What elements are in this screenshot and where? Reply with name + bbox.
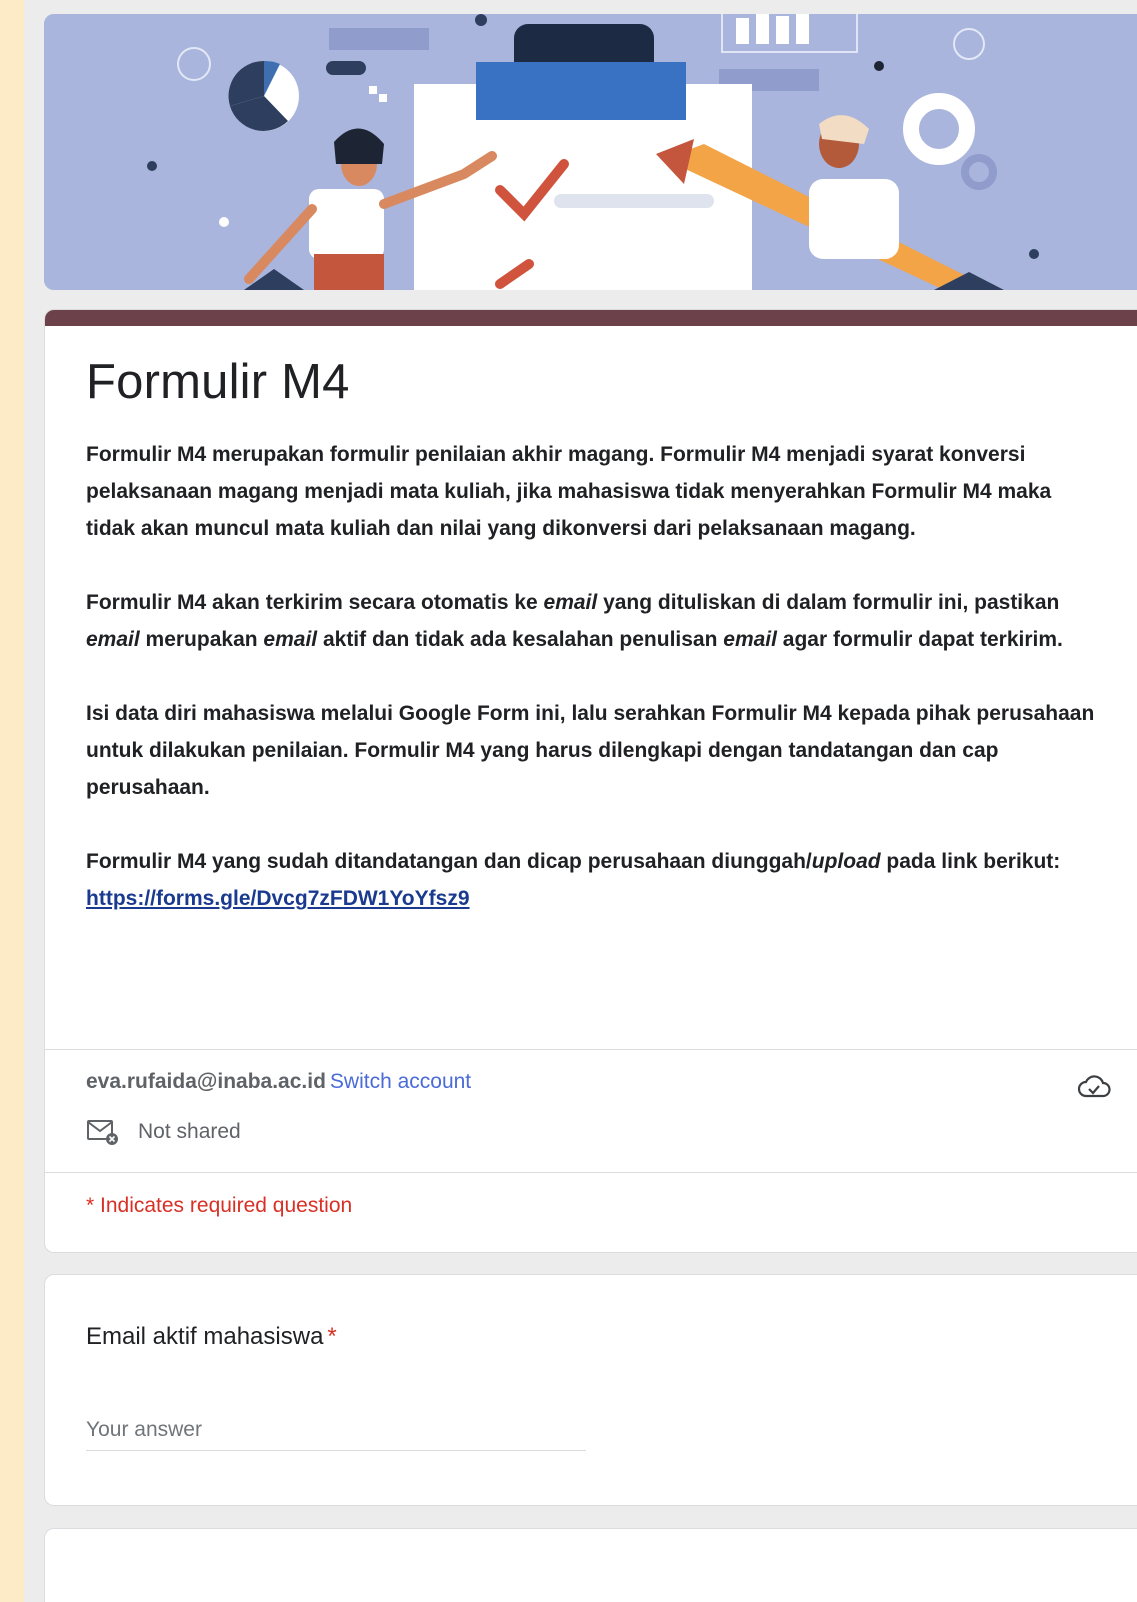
description-emphasis: email (723, 628, 777, 651)
form-title-card: Formulir M4 Formulir M4 merupakan formul… (44, 309, 1137, 1253)
sharing-status-row: Not shared (86, 1118, 241, 1146)
form-description: Formulir M4 merupakan formulir penilaian… (86, 436, 1096, 917)
description-text: Formulir M4 akan terkirim secara otomati… (86, 591, 544, 614)
left-edge-strip (0, 0, 24, 1602)
description-paragraph-3: Isi data diri mahasiswa melalui Google F… (86, 702, 1095, 799)
required-question-note: * Indicates required question (86, 1194, 353, 1217)
account-email: eva.rufaida@inaba.ac.id (86, 1070, 326, 1093)
description-emphasis: email (86, 628, 140, 651)
description-paragraph-4: Formulir M4 yang sudah ditandatangan dan… (86, 843, 1096, 917)
description-emphasis: upload (811, 850, 881, 873)
form-header-image (44, 14, 1137, 290)
description-emphasis: email (543, 591, 598, 614)
upload-link[interactable]: https://forms.gle/Dvcg7zFDW1YoYfsz9 (86, 887, 470, 910)
next-question-card (44, 1528, 1137, 1602)
description-text: agar formulir dapat terkirim. (776, 628, 1063, 651)
form-title: Formulir M4 (86, 355, 350, 409)
switch-account-link[interactable]: Switch account (330, 1070, 471, 1093)
question-label-text: Email aktif mahasiswa (86, 1323, 324, 1350)
required-asterisk: * (327, 1323, 337, 1350)
sharing-status-label: Not shared (138, 1120, 241, 1143)
description-emphasis: email (263, 628, 318, 651)
question-title: Email aktif mahasiswa * (86, 1323, 337, 1351)
description-text: aktif dan tidak ada kesalahan penulisan (317, 628, 724, 651)
question-card: Email aktif mahasiswa * (44, 1274, 1137, 1506)
theme-accent-bar (45, 310, 1137, 326)
description-text: yang dituliskan di dalam formulir ini, p… (597, 591, 1060, 614)
divider (45, 1172, 1137, 1173)
header-illustration (44, 14, 1137, 290)
divider (45, 1049, 1137, 1050)
email-answer-input[interactable] (86, 1409, 586, 1451)
description-paragraph-1: Formulir M4 merupakan formulir penilaian… (86, 443, 1052, 540)
description-text: Formulir M4 yang sudah ditandatangan dan… (86, 850, 812, 873)
cloud-done-icon[interactable] (1077, 1072, 1111, 1102)
description-paragraph-2: Formulir M4 akan terkirim secara otomati… (86, 584, 1096, 658)
account-row: eva.rufaida@inaba.ac.id Switch account (86, 1070, 471, 1094)
description-text: merupakan (139, 628, 264, 651)
mail-off-icon (87, 1120, 118, 1145)
description-text: pada link berikut: (880, 850, 1061, 873)
